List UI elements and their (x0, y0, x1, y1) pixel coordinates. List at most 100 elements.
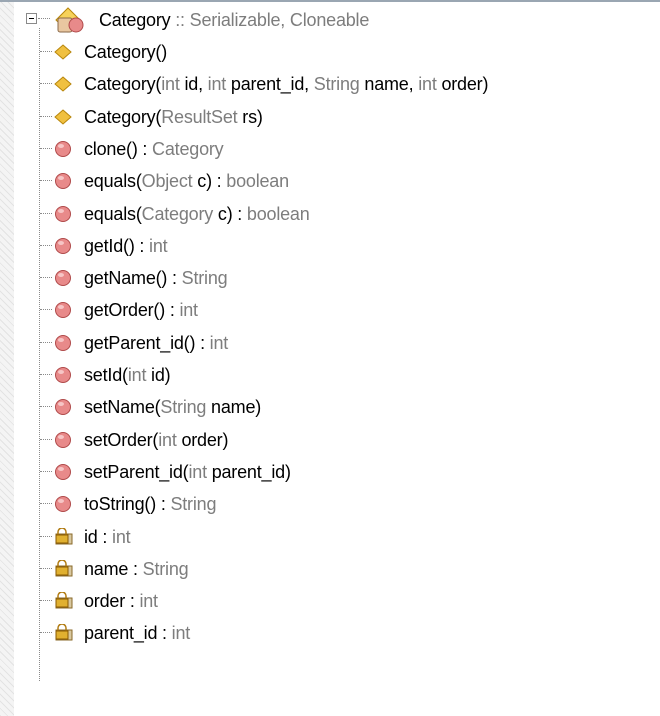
type-text: int (188, 461, 212, 482)
method-node[interactable]: getName() : String (0, 262, 660, 294)
method-node[interactable]: clone() : Category (0, 133, 660, 165)
method-label: setName(String name) (84, 396, 261, 418)
method-label: equals(Category c) : boolean (84, 203, 310, 225)
field-node[interactable]: name : String (0, 553, 660, 585)
type-text: int (418, 74, 442, 95)
private-field-lock-icon (55, 624, 73, 641)
method-circle-icon (55, 431, 71, 448)
constructor-node[interactable]: Category(ResultSet rs) (0, 101, 660, 133)
class-node[interactable]: Category :: Serializable, Cloneable (0, 4, 660, 36)
tree-connector (40, 212, 52, 214)
name-text: equals( (84, 203, 142, 224)
private-field-lock-icon (55, 592, 73, 609)
method-circle-icon (55, 367, 71, 383)
name-text: getId() : (84, 235, 150, 256)
tree-connector (40, 406, 52, 408)
name-text: order) (441, 74, 489, 95)
type-text: String (170, 494, 217, 515)
method-label: setId(int id) (84, 364, 171, 386)
private-field-lock-icon (55, 527, 73, 544)
method-label: getName() : String (84, 267, 228, 289)
method-node[interactable]: equals(Category c) : boolean (0, 198, 660, 230)
type-text: int (179, 300, 198, 321)
name-text: parent_id : (84, 623, 172, 644)
type-text: boolean (226, 171, 289, 192)
method-node[interactable]: toString() : String (0, 488, 660, 520)
tree-connector (40, 374, 52, 375)
name-text: c) : (197, 171, 227, 192)
collapse-toggle-icon[interactable] (26, 13, 37, 24)
name-text: name) (211, 397, 262, 418)
type-text: String (160, 397, 212, 418)
class-title: Category :: Serializable, Cloneable (99, 9, 369, 31)
tree-connector (40, 567, 52, 569)
type-text: int (171, 623, 191, 644)
method-label: setParent_id(int parent_id) (84, 461, 291, 483)
method-node[interactable]: getOrder() : int (0, 294, 660, 326)
tree-connector (40, 277, 52, 279)
name-text: Category() (84, 42, 168, 62)
field-node[interactable]: parent_id : int (0, 617, 660, 649)
method-node[interactable]: setId(int id) (0, 359, 660, 391)
method-label: equals(Object c) : boolean (84, 170, 289, 192)
method-label: getOrder() : int (84, 299, 198, 321)
type-text: int (127, 365, 152, 385)
method-circle-icon (55, 173, 71, 190)
method-label: toString() : String (84, 493, 216, 515)
name-text: order : (84, 591, 140, 612)
type-text: Category (152, 138, 224, 159)
class-icon (55, 7, 84, 33)
class-name: Category (99, 10, 171, 30)
constructor-node[interactable]: Category() (0, 36, 660, 68)
tree-connector (40, 244, 52, 246)
type-text: ResultSet (161, 106, 243, 127)
tree-connector (38, 18, 50, 19)
method-node[interactable]: setName(String name) (0, 391, 660, 423)
name-text: setId( (84, 365, 128, 385)
name-text: setName( (84, 397, 161, 418)
field-label: id : int (84, 526, 131, 548)
name-text: id : (84, 526, 113, 547)
tree-connector (40, 309, 52, 311)
type-text: Object (141, 171, 198, 192)
method-node[interactable]: getParent_id() : int (0, 327, 660, 359)
type-text: int (161, 74, 185, 95)
name-text: id) (151, 365, 171, 385)
type-text: boolean (246, 203, 310, 224)
field-node[interactable]: id : int (0, 521, 660, 553)
tree-connector (40, 341, 52, 343)
tree-connector (40, 535, 52, 537)
method-node[interactable]: equals(Object c) : boolean (0, 165, 660, 197)
method-circle-icon (55, 205, 71, 222)
constructor-label: Category(ResultSet rs) (84, 106, 263, 128)
diamond-icon (54, 44, 72, 60)
method-node[interactable]: setOrder(int order) (0, 424, 660, 456)
tree-connector (40, 147, 52, 149)
method-circle-icon (55, 140, 71, 157)
class-separator: :: (170, 10, 190, 30)
field-label: name : String (84, 558, 189, 580)
method-label: clone() : Category (84, 138, 224, 160)
type-text: int (209, 332, 229, 353)
type-text: int (158, 429, 182, 450)
field-label: order : int (84, 590, 158, 612)
name-text: clone() : (84, 138, 153, 159)
method-circle-icon (55, 270, 71, 287)
method-node[interactable]: setParent_id(int parent_id) (0, 456, 660, 488)
method-circle-icon (55, 334, 71, 351)
name-text: toString() : (84, 494, 171, 515)
field-node[interactable]: order : int (0, 585, 660, 617)
name-text: Category( (84, 106, 162, 127)
tree-connector (40, 600, 52, 602)
name-text: setParent_id( (84, 461, 189, 482)
constructor-node[interactable]: Category(int id, int parent_id, String n… (0, 68, 660, 100)
method-label: setOrder(int order) (84, 429, 228, 451)
method-node[interactable]: getId() : int (0, 230, 660, 262)
type-text: int (112, 526, 131, 547)
field-label: parent_id : int (84, 622, 190, 644)
name-text: getParent_id() : (84, 332, 210, 353)
navigator-tree[interactable]: Category :: Serializable, Cloneable Cate… (0, 0, 660, 716)
tree-connector (40, 632, 52, 634)
tree-connector (40, 470, 52, 472)
name-text: id, (184, 74, 208, 95)
